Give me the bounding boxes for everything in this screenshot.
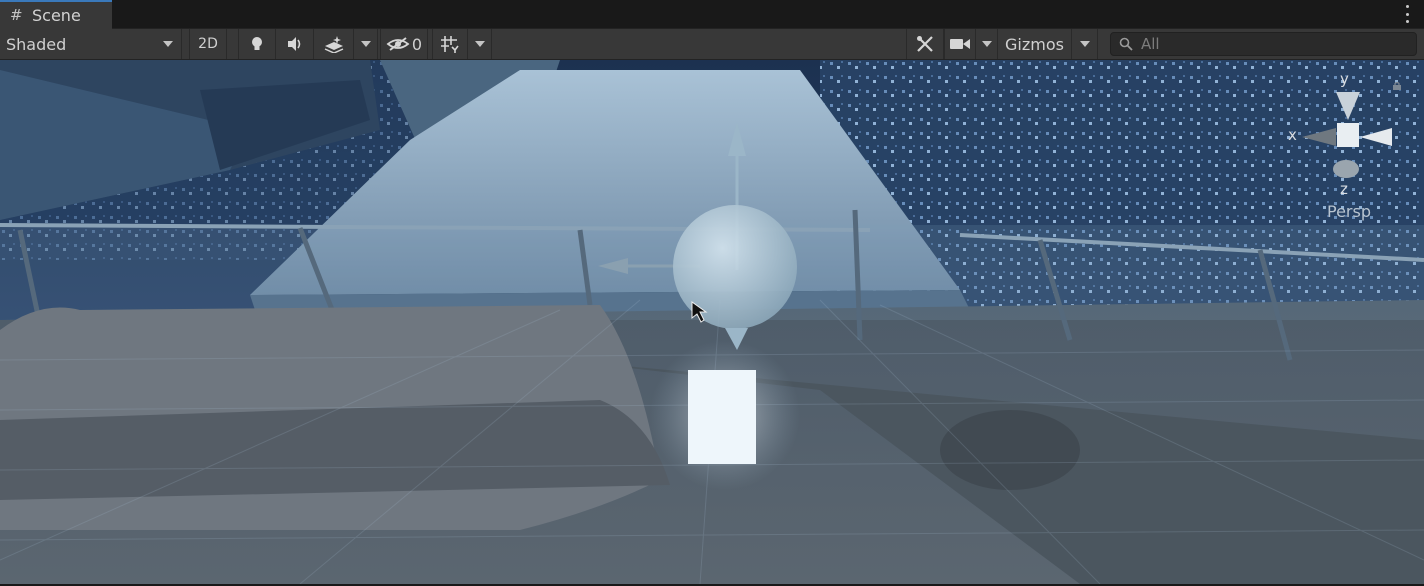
window-menu-icon[interactable] (1404, 5, 1410, 23)
chevron-down-icon (474, 41, 485, 47)
scene-render: y x z (0, 60, 1424, 584)
gizmos-dropdown[interactable] (1072, 29, 1098, 59)
toggle-2d-label: 2D (198, 36, 218, 52)
audio-icon (287, 37, 300, 51)
tools-icon (917, 36, 933, 52)
axis-z-label: z (1340, 180, 1348, 198)
tab-scene[interactable]: # Scene (0, 0, 112, 29)
hidden-count: 0 (411, 34, 423, 54)
search-icon (1119, 37, 1133, 51)
gizmos-button[interactable]: Gizmos (998, 29, 1072, 59)
chevron-down-icon (360, 41, 371, 47)
hidden-objects-toggle[interactable]: 0 (380, 29, 428, 59)
grid-snap-icon (441, 36, 459, 53)
axis-y-label: y (1340, 70, 1349, 88)
grid-toggle[interactable] (432, 29, 468, 59)
hidden-eye-icon (386, 37, 410, 51)
search-field[interactable]: All (1110, 32, 1417, 56)
scene-viewport[interactable]: y x z Persp (0, 60, 1424, 584)
scene-grid-icon: # (10, 6, 23, 24)
audio-toggle[interactable] (276, 29, 314, 59)
grid-dropdown[interactable] (468, 29, 492, 59)
toggle-2d-button[interactable]: 2D (189, 29, 227, 59)
chevron-down-icon (981, 41, 992, 47)
lock-icon[interactable] (1392, 82, 1402, 90)
camera-dropdown[interactable] (976, 29, 998, 59)
tools-toggle[interactable] (906, 29, 944, 59)
draw-mode-value: Shaded (6, 34, 67, 54)
effects-icon (324, 36, 343, 53)
draw-mode-dropdown[interactable]: Shaded (0, 29, 182, 59)
chevron-down-icon (163, 41, 173, 47)
effects-toggle[interactable] (314, 29, 354, 59)
axis-x-label: x (1288, 126, 1297, 144)
light-bulb-icon (252, 37, 262, 50)
camera-settings[interactable] (944, 29, 976, 59)
chevron-down-icon (1079, 41, 1090, 47)
lighting-toggle[interactable] (238, 29, 276, 59)
search-placeholder: All (1141, 35, 1160, 53)
gizmos-label: Gizmos (1005, 34, 1064, 54)
tab-bar: # Scene (0, 0, 1424, 29)
scene-window: # Scene Shaded 2D 0 Gizmos All y x z Per… (0, 0, 1424, 586)
camera-icon (950, 39, 970, 49)
scene-toolbar: Shaded 2D 0 Gizmos All (0, 29, 1424, 60)
tab-scene-label: Scene (32, 6, 81, 25)
projection-label[interactable]: Persp (1327, 202, 1371, 221)
effects-dropdown[interactable] (354, 29, 378, 59)
